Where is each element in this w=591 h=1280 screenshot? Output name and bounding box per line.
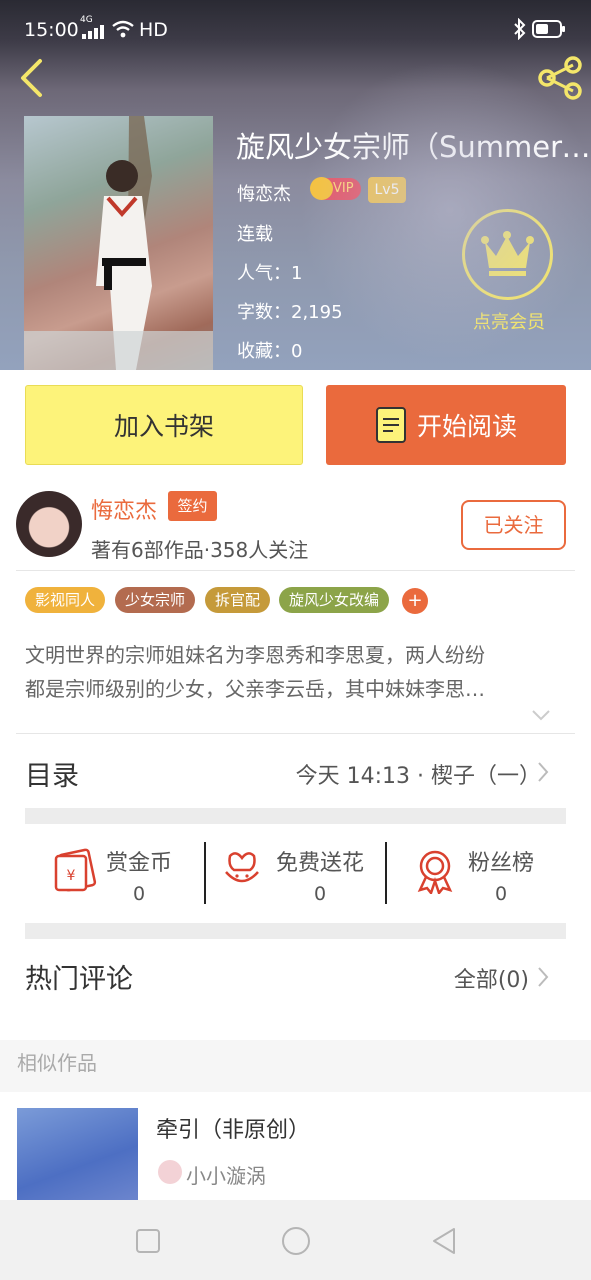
tag-more-button[interactable]: + — [402, 588, 428, 614]
tag-item[interactable]: 拆官配 — [205, 587, 271, 613]
book-favorites: 收藏：0 — [237, 341, 303, 362]
recent-apps-icon[interactable] — [135, 1228, 161, 1254]
all-comments-link[interactable]: 全部(0) — [454, 962, 529, 994]
book-description[interactable]: 文明世界的宗师姐妹名为李恩秀和李思夏，两人纷纷 都是宗师级别的少女，父亲李云岳，… — [25, 638, 566, 706]
book-author[interactable]: 悔恋杰 — [237, 180, 291, 206]
similar-author-avatar — [158, 1160, 182, 1184]
member-label[interactable]: 点亮会员 — [459, 308, 559, 334]
start-reading-button[interactable]: 开始阅读 — [326, 385, 566, 465]
divider — [16, 733, 575, 734]
follow-button[interactable]: 已关注 — [461, 500, 566, 550]
divider — [385, 842, 387, 904]
status-time: 15:00 — [24, 19, 79, 41]
tag-item[interactable]: 影视同人 — [25, 587, 106, 613]
vip-crown-icon — [310, 177, 333, 200]
fan-ranking-stat[interactable]: 粉丝榜 0 — [431, 845, 571, 905]
chevron-right-icon[interactable] — [536, 966, 550, 988]
reward-coins-stat[interactable]: 赏金币 0 — [69, 845, 209, 905]
vip-badge: VIP — [310, 177, 361, 200]
vip-label: VIP — [333, 181, 354, 196]
wifi-icon — [112, 20, 134, 38]
tag-item[interactable]: 少女宗师 — [115, 587, 196, 613]
share-icon[interactable] — [537, 56, 583, 100]
section-separator — [25, 808, 566, 824]
book-status: 连载 — [237, 224, 273, 245]
book-title: 旋风少女宗师（Summerdream — [236, 130, 591, 164]
stat-value: 0 — [132, 883, 146, 905]
hd-label: HD — [139, 19, 168, 41]
description-line: 都是宗师级别的少女，父亲李云岳，其中妹妹李思… — [25, 677, 485, 701]
stat-label: 免费送花 — [275, 851, 364, 876]
member-button[interactable] — [462, 209, 553, 300]
book-popularity: 人气：1 — [237, 263, 303, 284]
cover-figure — [24, 116, 213, 370]
system-navigation-bar — [0, 1200, 591, 1280]
latest-chapter[interactable]: 今天 14:13 · 楔子（一） — [296, 758, 541, 790]
book-cover[interactable] — [24, 116, 213, 370]
stat-label: 赏金币 — [105, 851, 172, 876]
status-bar: 15:00 4G HD — [0, 0, 591, 58]
book-header: 15:00 4G HD 旋风少女宗师（Summerdr 悔恋杰 VIP Lv5 … — [0, 0, 591, 370]
similar-item-author: 小小漩涡 — [186, 1164, 266, 1188]
similar-title: 相似作品 — [17, 1051, 97, 1075]
free-flowers-stat[interactable]: 免费送花 0 — [250, 845, 390, 905]
chevron-down-icon[interactable] — [531, 708, 551, 722]
stat-value: 0 — [494, 883, 508, 905]
description-line: 文明世界的宗师姐妹名为李恩秀和李思夏，两人纷纷 — [25, 643, 485, 667]
book-icon — [375, 407, 406, 443]
stat-label: 粉丝榜 — [467, 851, 534, 876]
network-label: 4G — [80, 15, 93, 25]
divider — [16, 570, 575, 571]
home-icon[interactable] — [280, 1225, 312, 1257]
stat-value: 0 — [313, 883, 327, 905]
battery-icon — [532, 20, 565, 38]
book-word-count: 字数：2,195 — [237, 302, 343, 323]
author-avatar[interactable] — [16, 491, 82, 557]
back-icon[interactable] — [18, 58, 44, 98]
tag-item[interactable]: 旋风少女改编 — [279, 587, 390, 613]
divider — [204, 842, 206, 904]
chevron-right-icon[interactable] — [536, 761, 550, 783]
similar-cover[interactable] — [17, 1108, 138, 1200]
signal-icon — [82, 25, 106, 39]
hot-comments-title: 热门评论 — [25, 964, 133, 995]
start-reading-label: 开始阅读 — [416, 412, 517, 441]
crown-icon — [481, 231, 534, 276]
similar-item-title[interactable]: 牵引（非原创） — [156, 1112, 310, 1144]
back-nav-icon[interactable] — [430, 1226, 458, 1256]
section-separator — [25, 923, 566, 939]
author-summary: 著有6部作品·358人关注 — [91, 538, 309, 562]
signed-badge: 签约 — [168, 491, 217, 521]
level-badge: Lv5 — [368, 177, 406, 203]
bluetooth-icon — [514, 18, 526, 40]
catalog-title[interactable]: 目录 — [25, 754, 79, 793]
add-to-shelf-button[interactable]: 加入书架 — [25, 385, 303, 465]
add-to-shelf-label: 加入书架 — [113, 412, 214, 441]
author-name[interactable]: 悔恋杰 — [91, 493, 157, 525]
